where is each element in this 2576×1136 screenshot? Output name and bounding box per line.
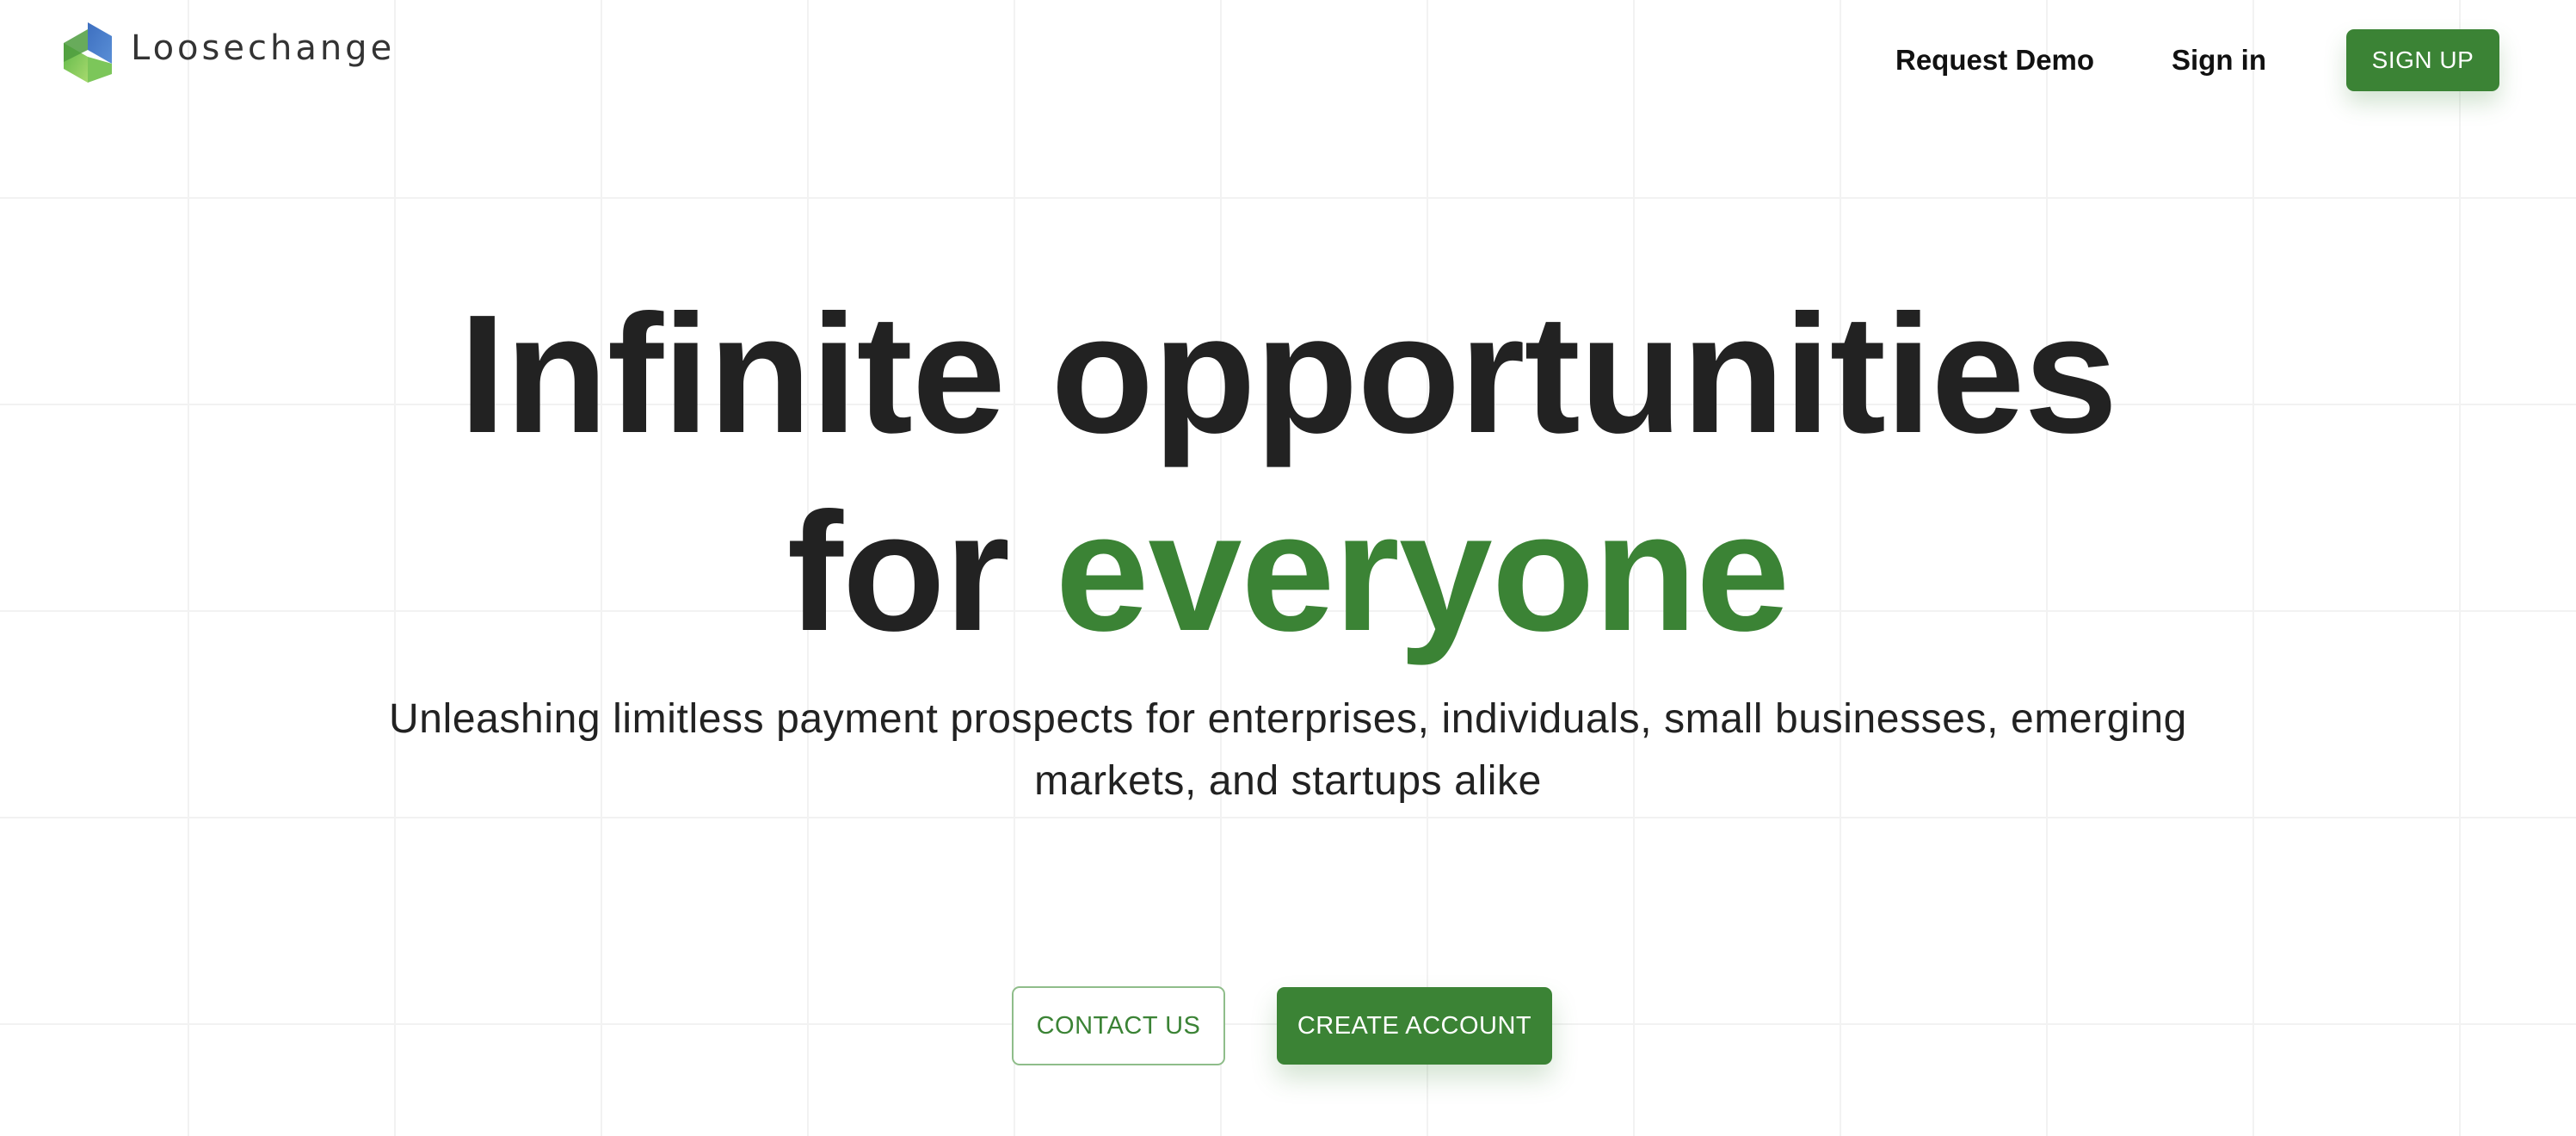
create-account-button[interactable]: CREATE ACCOUNT	[1277, 987, 1552, 1065]
contact-us-button[interactable]: CONTACT US	[1012, 986, 1225, 1065]
loosechange-logo-icon	[64, 22, 112, 83]
sign-up-button[interactable]: SIGN UP	[2346, 29, 2499, 91]
hero-title-line-1: Infinite opportunities	[459, 280, 2118, 468]
sign-in-link[interactable]: Sign in	[2172, 43, 2266, 77]
hero-subtitle: Unleashing limitless payment prospects f…	[389, 696, 2187, 804]
brand-name: Loosechange	[131, 28, 396, 68]
hero-title-line-2-prefix: for	[786, 478, 1010, 666]
brand-logo-link[interactable]: Loosechange	[62, 21, 395, 84]
hero-title: Infinite opportunities for everyone	[0, 275, 2576, 671]
hero-title-accent: everyone	[1055, 478, 1790, 666]
request-demo-link[interactable]: Request Demo	[1895, 43, 2094, 77]
